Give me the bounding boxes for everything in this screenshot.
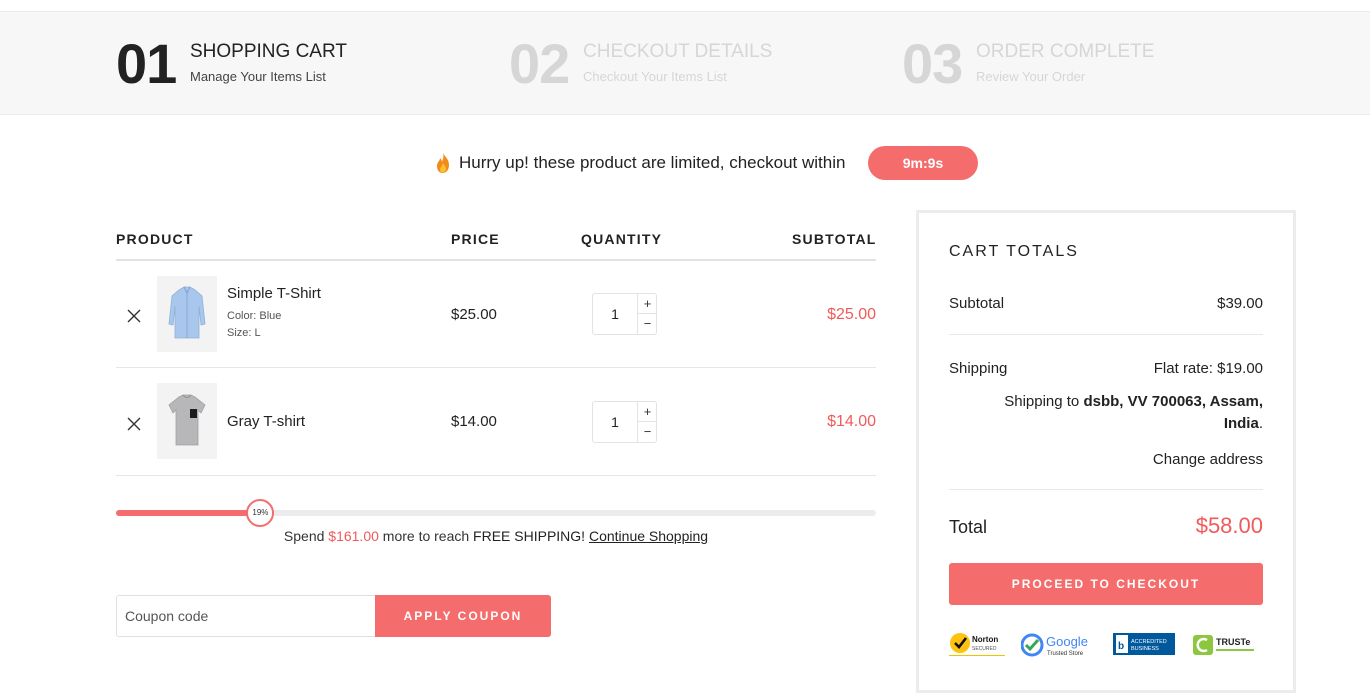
free-shipping-progress-bar: 19% [116,499,876,527]
step-subtitle: Checkout Your Items List [583,69,727,84]
product-size: Size: L [227,327,261,339]
bbb-accredited-badge: b ACCREDITED BUSINESS [1113,630,1175,660]
total-value: $58.00 [1195,513,1263,538]
fire-icon [433,152,453,174]
urgency-banner: Hurry up! these product are limited, che… [433,146,845,180]
step-number: 02 [509,32,570,95]
progress-percent-badge: 19% [246,499,275,527]
subtotal-value: $39.00 [1217,295,1263,312]
totals-divider [949,489,1263,490]
shipping-to-prefix: Shipping to [1004,393,1080,410]
countdown-timer: 9m:9s [868,146,978,180]
row-subtotal: $14.00 [827,413,876,430]
apply-coupon-button[interactable]: APPLY COUPON [375,595,551,637]
norton-secured-badge: Norton SECURED [949,630,1005,660]
quantity-decrease-button[interactable]: − [637,314,657,334]
step-number: 03 [902,32,963,95]
truste-badge: TRUSTe [1191,630,1259,660]
remove-item-icon[interactable] [125,415,143,433]
column-header-price: PRICE [451,231,500,247]
row-subtotal: $25.00 [827,306,876,323]
column-header-subtotal: SUBTOTAL [792,231,877,247]
cart-totals-panel: CART TOTALS Subtotal $39.00 Shipping Fla… [916,210,1296,693]
remove-item-icon[interactable] [125,307,143,325]
product-color: Color: Blue [227,310,282,322]
step-shopping-cart[interactable]: 01 SHOPPING CART Manage Your Items List [116,35,376,95]
cart-totals-heading: CART TOTALS [949,243,1079,260]
quantity-decrease-button[interactable]: − [637,422,657,442]
product-price: $25.00 [451,306,497,323]
badge-text: ACCREDITED [1131,639,1167,645]
totals-divider [949,334,1263,335]
free-shipping-amount: $161.00 [328,528,379,544]
badge-text: Norton [972,635,998,644]
shipping-rate: Flat rate: $19.00 [1153,360,1263,377]
badge-text: TRUSTe [1216,637,1250,647]
badge-subtext: BUSINESS [1131,646,1159,652]
proceed-to-checkout-button[interactable]: PROCEED TO CHECKOUT [949,563,1263,605]
product-price: $14.00 [451,413,497,430]
badge-subtext: Trusted Store [1047,651,1084,657]
step-title: CHECKOUT DETAILS [583,41,773,62]
gray-tshirt-thumbnail[interactable] [157,383,217,459]
row-divider [116,367,876,368]
total-label: Total [949,517,988,537]
column-header-quantity: QUANTITY [581,231,663,247]
progress-fill [116,510,261,516]
quantity-stepper: 1 + − [592,401,657,443]
step-subtitle: Review Your Order [976,69,1086,84]
change-address-link[interactable]: Change address [1153,451,1263,468]
trust-badges: Norton SECURED Google Trusted Store b AC… [949,630,1263,664]
subtotal-label: Subtotal [949,295,1005,312]
blue-shirt-thumbnail[interactable] [157,276,217,352]
quantity-input[interactable]: 1 [593,402,637,442]
table-header-divider [116,259,876,261]
free-shipping-text: Spend [283,528,325,544]
shipping-destination: Shipping to dsbb, VV 700063, Assam, Indi… [1003,391,1263,435]
quantity-input[interactable]: 1 [593,294,637,334]
free-shipping-highlight: FREE SHIPPING! [473,528,586,544]
row-divider [116,475,876,476]
step-subtitle: Manage Your Items List [190,69,326,84]
urgency-message: Hurry up! these product are limited, che… [459,153,846,172]
step-checkout-details[interactable]: 02 CHECKOUT DETAILS Checkout Your Items … [509,35,789,95]
google-trusted-store-badge: Google Trusted Store [1020,630,1097,660]
step-title: ORDER COMPLETE [976,41,1155,62]
quantity-stepper: 1 + − [592,293,657,335]
product-name[interactable]: Simple T-Shirt [227,285,321,302]
shipping-label: Shipping [949,360,1008,377]
quantity-increase-button[interactable]: + [637,294,657,314]
badge-text: Google [1046,634,1088,649]
free-shipping-message: Spend $161.00 more to reach FREE SHIPPIN… [116,528,876,544]
shipping-address: dsbb, VV 700063, Assam, India [1083,393,1263,432]
step-title: SHOPPING CART [190,41,347,62]
free-shipping-text: more to reach [382,528,470,544]
coupon-code-input[interactable] [116,595,376,637]
shipping-to-suffix: . [1258,415,1263,432]
continue-shopping-link[interactable]: Continue Shopping [589,528,708,544]
step-number: 01 [116,32,177,95]
checkout-steps-bar: 01 SHOPPING CART Manage Your Items List … [0,11,1370,115]
step-order-complete[interactable]: 03 ORDER COMPLETE Review Your Order [902,35,1172,95]
product-name[interactable]: Gray T-shirt [227,413,305,430]
column-header-product: PRODUCT [116,231,194,247]
badge-subtext: SECURED [972,646,997,652]
quantity-increase-button[interactable]: + [637,402,657,422]
svg-text:b: b [1118,641,1124,652]
